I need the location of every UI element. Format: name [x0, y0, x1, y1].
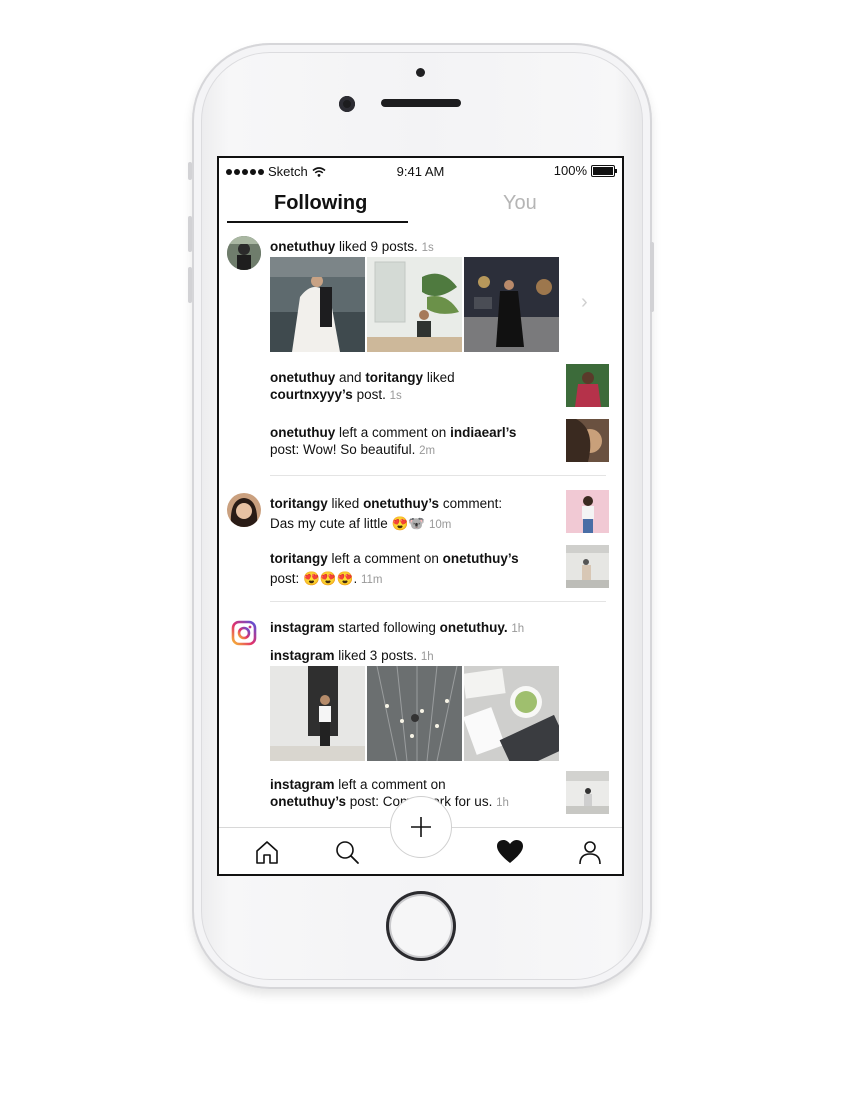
activity-text: comment:: [442, 496, 503, 511]
username-link[interactable]: onetuthuy’s: [270, 794, 346, 809]
timestamp: 1h: [511, 623, 525, 635]
profile-icon[interactable]: [576, 838, 604, 866]
photo-grid: [270, 666, 559, 761]
username-link[interactable]: onetuthuy’s: [363, 496, 439, 511]
avatar[interactable]: [227, 236, 261, 270]
divider: [270, 601, 606, 602]
timestamp: 1h: [420, 651, 434, 663]
username-link[interactable]: instagram: [270, 620, 335, 635]
post-thumbnail[interactable]: [270, 666, 365, 761]
activity-item[interactable]: instagram started following onetuthuy. 1…: [270, 619, 590, 638]
activity-item[interactable]: toritangy liked onetuthuy’s comment: Das…: [270, 495, 550, 536]
activity-text: liked 3 posts.: [338, 648, 418, 663]
activity-text: left a comment on: [339, 425, 447, 440]
search-icon[interactable]: [333, 838, 361, 866]
volume-down-button: [188, 267, 192, 303]
front-camera: [339, 96, 355, 112]
instagram-logo-icon[interactable]: [231, 620, 257, 646]
username-link[interactable]: onetuthuy.: [440, 620, 508, 635]
activity-item[interactable]: onetuthuy left a comment on indiaearl’s …: [270, 424, 550, 460]
username-link[interactable]: toritangy: [270, 496, 328, 511]
timestamp: 1s: [421, 242, 434, 254]
activity-text: post.: [356, 387, 386, 402]
post-thumbnail[interactable]: [566, 364, 609, 407]
plus-icon: [411, 817, 431, 837]
tab-underline: [227, 221, 408, 223]
home-button[interactable]: [386, 891, 456, 961]
username-link[interactable]: onetuthuy’s: [443, 551, 519, 566]
new-post-button[interactable]: [390, 796, 452, 858]
post-thumbnail[interactable]: [566, 419, 609, 462]
mute-switch: [188, 162, 192, 180]
timestamp: 10m: [428, 519, 452, 531]
status-bar: Sketch 9:41 AM 100%: [219, 158, 622, 184]
username-link[interactable]: courtnxyyy’s: [270, 387, 353, 402]
activity-item[interactable]: toritangy left a comment on onetuthuy’s …: [270, 550, 550, 591]
username-link[interactable]: instagram: [270, 777, 335, 792]
post-thumbnail[interactable]: [367, 666, 462, 761]
activity-item[interactable]: onetuthuy and toritangy liked courtnxyyy…: [270, 369, 550, 405]
tab-you[interactable]: You: [503, 192, 537, 215]
activity-text: liked: [426, 370, 455, 385]
post-thumbnail[interactable]: [464, 666, 559, 761]
activity-item[interactable]: onetuthuy liked 9 posts. 1s: [270, 238, 434, 257]
timestamp: 1h: [496, 797, 509, 809]
tab-following[interactable]: Following: [274, 192, 367, 215]
activity-text: and: [339, 370, 362, 385]
battery-percent: 100%: [553, 163, 587, 178]
username-link[interactable]: instagram: [270, 648, 335, 663]
timestamp: 11m: [360, 574, 383, 586]
earpiece-speaker: [381, 99, 461, 107]
timestamp: 2m: [419, 445, 436, 457]
post-thumbnail[interactable]: [566, 771, 609, 814]
username-link[interactable]: indiaearl’s: [450, 425, 516, 440]
activity-feed: onetuthuy liked 9 posts. 1s › onetuthuy …: [219, 228, 622, 828]
post-thumbnail[interactable]: [367, 257, 462, 352]
chevron-right-icon[interactable]: ›: [581, 291, 588, 314]
username-link[interactable]: toritangy: [270, 551, 328, 566]
comment-text: Das my cute af little 😍🐨: [270, 516, 426, 531]
app-screen: Sketch 9:41 AM 100% Following You onetut…: [217, 156, 624, 876]
volume-up-button: [188, 216, 192, 252]
heart-icon[interactable]: [496, 838, 524, 866]
timestamp: 1s: [389, 390, 402, 402]
activity-text: started following: [338, 620, 436, 635]
username-link[interactable]: onetuthuy: [270, 370, 335, 385]
activity-text: liked: [331, 496, 360, 511]
power-button: [650, 242, 654, 312]
comment-text: post: 😍😍😍.: [270, 571, 358, 586]
username-link[interactable]: onetuthuy: [270, 425, 335, 440]
activity-text: liked 9 posts.: [339, 239, 418, 254]
activity-text: left a comment on: [338, 777, 446, 792]
comment-text: post: Wow! So beautiful.: [270, 442, 416, 457]
post-thumbnail[interactable]: [566, 545, 609, 588]
battery-icon: [591, 164, 617, 177]
bottom-tab-bar: [219, 796, 622, 874]
username-link[interactable]: toritangy: [365, 370, 423, 385]
photo-grid: [270, 257, 559, 352]
divider: [270, 475, 606, 476]
post-thumbnail[interactable]: [270, 257, 365, 352]
activity-tabs: Following You: [219, 188, 622, 224]
activity-item[interactable]: instagram liked 3 posts. 1h: [270, 647, 434, 666]
avatar[interactable]: [227, 493, 261, 527]
post-thumbnail[interactable]: [566, 490, 609, 533]
activity-text: left a comment on: [331, 551, 439, 566]
post-thumbnail[interactable]: [464, 257, 559, 352]
proximity-sensor: [416, 68, 425, 77]
username-link[interactable]: onetuthuy: [270, 239, 335, 254]
home-icon[interactable]: [253, 838, 281, 866]
